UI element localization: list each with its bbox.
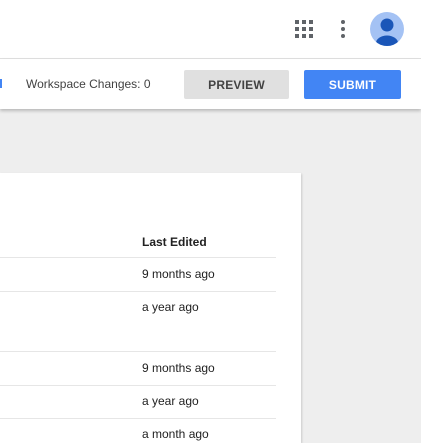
last-edited-cell: 9 months ago <box>142 267 215 281</box>
last-edited-cell: a year ago <box>142 300 199 314</box>
workspace-toolbar: Workspace Changes: 0 PREVIEW SUBMIT <box>0 59 421 109</box>
tags-table-card: Last Edited 9 months ago a year ago 9 mo… <box>0 173 301 443</box>
last-edited-cell: a month ago <box>142 427 209 441</box>
account-avatar-icon[interactable] <box>370 12 404 46</box>
submit-button[interactable]: SUBMIT <box>304 70 401 99</box>
workspace-changes-count: Workspace Changes: 0 <box>26 77 151 91</box>
table-row[interactable]: 9 months ago <box>0 258 276 291</box>
apps-grid-icon[interactable] <box>294 19 314 39</box>
workspace-selector-edge[interactable] <box>0 79 2 88</box>
table-row[interactable]: a year ago <box>0 292 276 325</box>
table-row[interactable]: a year ago <box>0 386 276 419</box>
table-row[interactable]: 9 months ago <box>0 352 276 385</box>
person-icon <box>376 18 398 46</box>
last-edited-cell: 9 months ago <box>142 361 215 375</box>
top-app-bar <box>0 0 421 59</box>
table-row[interactable]: a month ago <box>0 419 276 443</box>
last-edited-column-header[interactable]: Last Edited <box>142 235 207 249</box>
preview-button[interactable]: PREVIEW <box>184 70 289 99</box>
more-vert-icon[interactable] <box>333 17 353 41</box>
last-edited-cell: a year ago <box>142 394 199 408</box>
